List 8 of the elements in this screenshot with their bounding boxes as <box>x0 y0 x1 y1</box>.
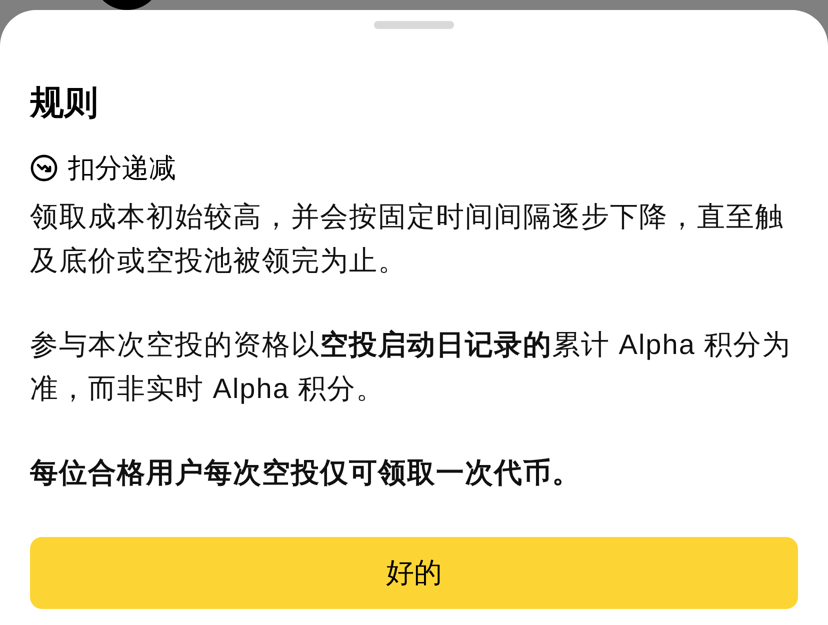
ok-button[interactable]: 好的 <box>30 537 798 609</box>
drag-handle[interactable] <box>374 21 454 29</box>
rule-paragraph: 参与本次空投的资格以空投启动日记录的累计 Alpha 积分为准，而非实时 Alpha 积分。 <box>30 328 792 406</box>
section-heading: 扣分递减 <box>68 152 176 185</box>
trend-down-icon <box>30 154 58 182</box>
sheet-title: 规则 <box>30 83 98 123</box>
rule-paragraph: 领取成本初始较高，并会按固定时间间隔逐步下降，直至触及底价或空投池被领完为止。 <box>30 200 785 278</box>
rule-paragraph: 每位合格用户每次空投仅可领取一次代币。 <box>30 456 582 490</box>
